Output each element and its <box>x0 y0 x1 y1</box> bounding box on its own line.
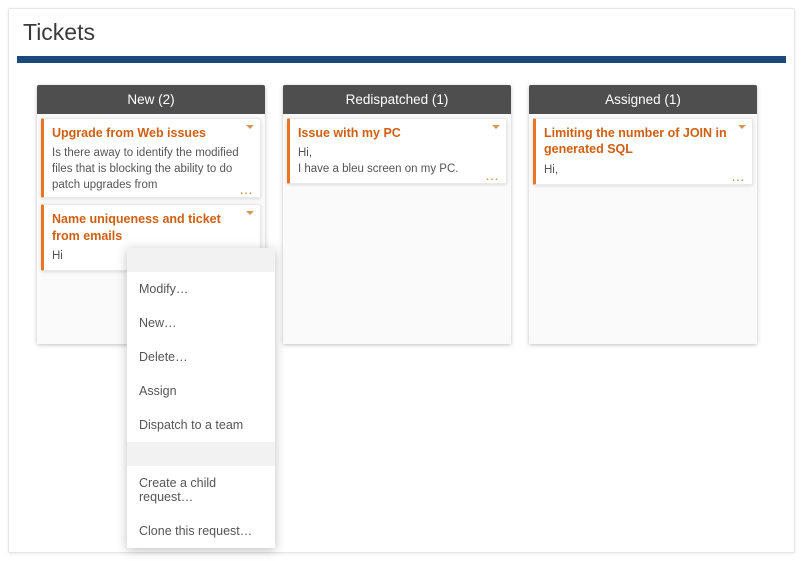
card-menu-icon[interactable] <box>492 125 500 129</box>
menu-spacer <box>127 248 275 272</box>
card-menu-icon[interactable] <box>246 125 254 129</box>
card-menu-icon[interactable] <box>246 211 254 215</box>
ticket-body: Hi, <box>544 162 744 178</box>
column-body: Issue with my PC Hi, I have a bleu scree… <box>283 114 511 344</box>
ticket-title: Name uniqueness and ticket from emails <box>52 211 252 244</box>
menu-item-new[interactable]: New… <box>127 306 275 340</box>
page-title: Tickets <box>9 9 794 56</box>
card-menu-icon[interactable] <box>738 125 746 129</box>
column-redispatched: Redispatched (1) Issue with my PC Hi, I … <box>283 85 511 344</box>
ticket-title: Upgrade from Web issues <box>52 125 252 141</box>
more-icon[interactable]: … <box>239 186 254 193</box>
ticket-card[interactable]: Upgrade from Web issues Is there away to… <box>41 118 261 198</box>
menu-item-clone-request[interactable]: Clone this request… <box>127 514 275 548</box>
more-icon[interactable]: … <box>731 173 746 180</box>
menu-item-modify[interactable]: Modify… <box>127 272 275 306</box>
menu-item-dispatch[interactable]: Dispatch to a team <box>127 408 275 442</box>
menu-spacer <box>127 442 275 466</box>
column-header: New (2) <box>37 85 265 114</box>
menu-item-assign[interactable]: Assign <box>127 374 275 408</box>
menu-item-delete[interactable]: Delete… <box>127 340 275 374</box>
tickets-panel: Tickets New (2) Upgrade from Web issues … <box>8 8 795 553</box>
ticket-card[interactable]: Issue with my PC Hi, I have a bleu scree… <box>287 118 507 184</box>
more-icon[interactable]: … <box>485 172 500 179</box>
ticket-title: Limiting the number of JOIN in generated… <box>544 125 744 158</box>
column-assigned: Assigned (1) Limiting the number of JOIN… <box>529 85 757 344</box>
menu-item-child-request[interactable]: Create a child request… <box>127 466 275 514</box>
ticket-body: Is there away to identify the modified f… <box>52 145 252 191</box>
column-header: Assigned (1) <box>529 85 757 114</box>
column-body: Limiting the number of JOIN in generated… <box>529 114 757 344</box>
brand-strip <box>17 56 786 63</box>
ticket-body: Hi, I have a bleu screen on my PC. <box>298 145 498 177</box>
column-header: Redispatched (1) <box>283 85 511 114</box>
context-menu: Modify… New… Delete… Assign Dispatch to … <box>127 248 275 548</box>
ticket-card[interactable]: Limiting the number of JOIN in generated… <box>533 118 753 185</box>
ticket-title: Issue with my PC <box>298 125 498 141</box>
